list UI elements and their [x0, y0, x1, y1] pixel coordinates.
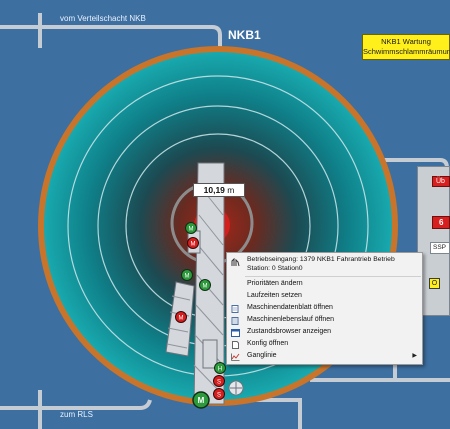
- motor-icon[interactable]: M: [181, 269, 193, 281]
- motor-icon[interactable]: M: [185, 222, 197, 234]
- level-value: 10,19: [203, 185, 225, 195]
- menu-item-laufzeiten[interactable]: Laufzeiten setzen: [227, 291, 422, 303]
- menu-separator: [245, 276, 421, 277]
- motor-label: M: [185, 274, 190, 280]
- level-unit: m: [227, 185, 235, 195]
- chart-icon: [231, 353, 240, 361]
- motor-icon[interactable]: M: [199, 279, 211, 291]
- motor-label: M: [189, 227, 194, 233]
- menu-item-label: Maschinenlebenslauf öffnen: [247, 316, 335, 323]
- motor-label: M: [203, 284, 208, 290]
- motor-label: S: [217, 380, 221, 386]
- submenu-arrow-icon: ▶: [412, 353, 417, 359]
- level-readout[interactable]: 10,19 m: [193, 183, 245, 197]
- menu-item-maschinenlebenslauf[interactable]: Maschinenlebenslauf öffnen: [227, 315, 422, 327]
- outflow-label: zum RLS: [60, 410, 93, 419]
- motor-label: M: [179, 316, 184, 322]
- menu-item-label: Maschinendatenblatt öffnen: [247, 304, 333, 311]
- o-button[interactable]: O: [429, 278, 440, 289]
- menu-item-konfig[interactable]: Konfig öffnen: [227, 339, 422, 351]
- menu-item-ganglinie[interactable]: Ganglinie ▶: [227, 351, 422, 363]
- main-motor-icon[interactable]: M: [192, 391, 210, 409]
- tank-title: NKB1: [228, 28, 261, 42]
- motor-label: H: [218, 367, 222, 373]
- maintenance-note[interactable]: NKB1 Wartung Schwimmschlammräumung: [362, 34, 450, 60]
- maintenance-line-1: NKB1 Wartung: [381, 37, 431, 46]
- menu-item-label: Zustandsbrowser anzeigen: [247, 328, 332, 335]
- motor-icon[interactable]: S: [213, 375, 225, 387]
- motor-icon[interactable]: S: [213, 388, 225, 400]
- menu-item-label: Laufzeiten setzen: [247, 292, 302, 299]
- menu-item-maschinendatenblatt[interactable]: Maschinendatenblatt öffnen: [227, 303, 422, 315]
- motor-label: M: [198, 396, 205, 405]
- context-menu: Betriebseingang: 1379 NKB1 Fahrantrieb B…: [226, 252, 423, 365]
- context-menu-header-line2: Station: 0 Station0: [247, 265, 303, 272]
- motor-icon[interactable]: H: [214, 362, 226, 374]
- menu-item-zustandsbrowser[interactable]: Zustandsbrowser anzeigen: [227, 327, 422, 339]
- motor-label: S: [217, 393, 221, 399]
- document-icon: [231, 305, 239, 313]
- page-icon: [232, 341, 239, 349]
- context-menu-header-line1: Betriebseingang: 1379 NKB1 Fahrantrieb B…: [247, 256, 395, 263]
- side-red-label[interactable]: Üb: [432, 176, 450, 187]
- motor-label: M: [191, 242, 196, 248]
- menu-item-label: Ganglinie: [247, 352, 277, 359]
- menu-item-prioritaeten[interactable]: Prioritäten ändern: [227, 279, 422, 291]
- ssp-label[interactable]: SSP: [430, 242, 450, 254]
- motor-icon[interactable]: M: [175, 311, 187, 323]
- window-icon: [231, 329, 240, 337]
- motor-icon[interactable]: M: [187, 237, 199, 249]
- fan-icon: [228, 380, 244, 396]
- menu-item-label: Prioritäten ändern: [247, 280, 303, 287]
- menu-item-label: Konfig öffnen: [247, 340, 289, 347]
- operation-icon: [231, 258, 240, 267]
- context-menu-header: Betriebseingang: 1379 NKB1 Fahrantrieb B…: [227, 253, 422, 273]
- side-red-value[interactable]: 6: [432, 216, 450, 229]
- maintenance-line-2: Schwimmschlammräumung: [363, 47, 450, 56]
- document-list-icon: [231, 317, 239, 325]
- inflow-label: vom Verteilschacht NKB: [60, 14, 146, 23]
